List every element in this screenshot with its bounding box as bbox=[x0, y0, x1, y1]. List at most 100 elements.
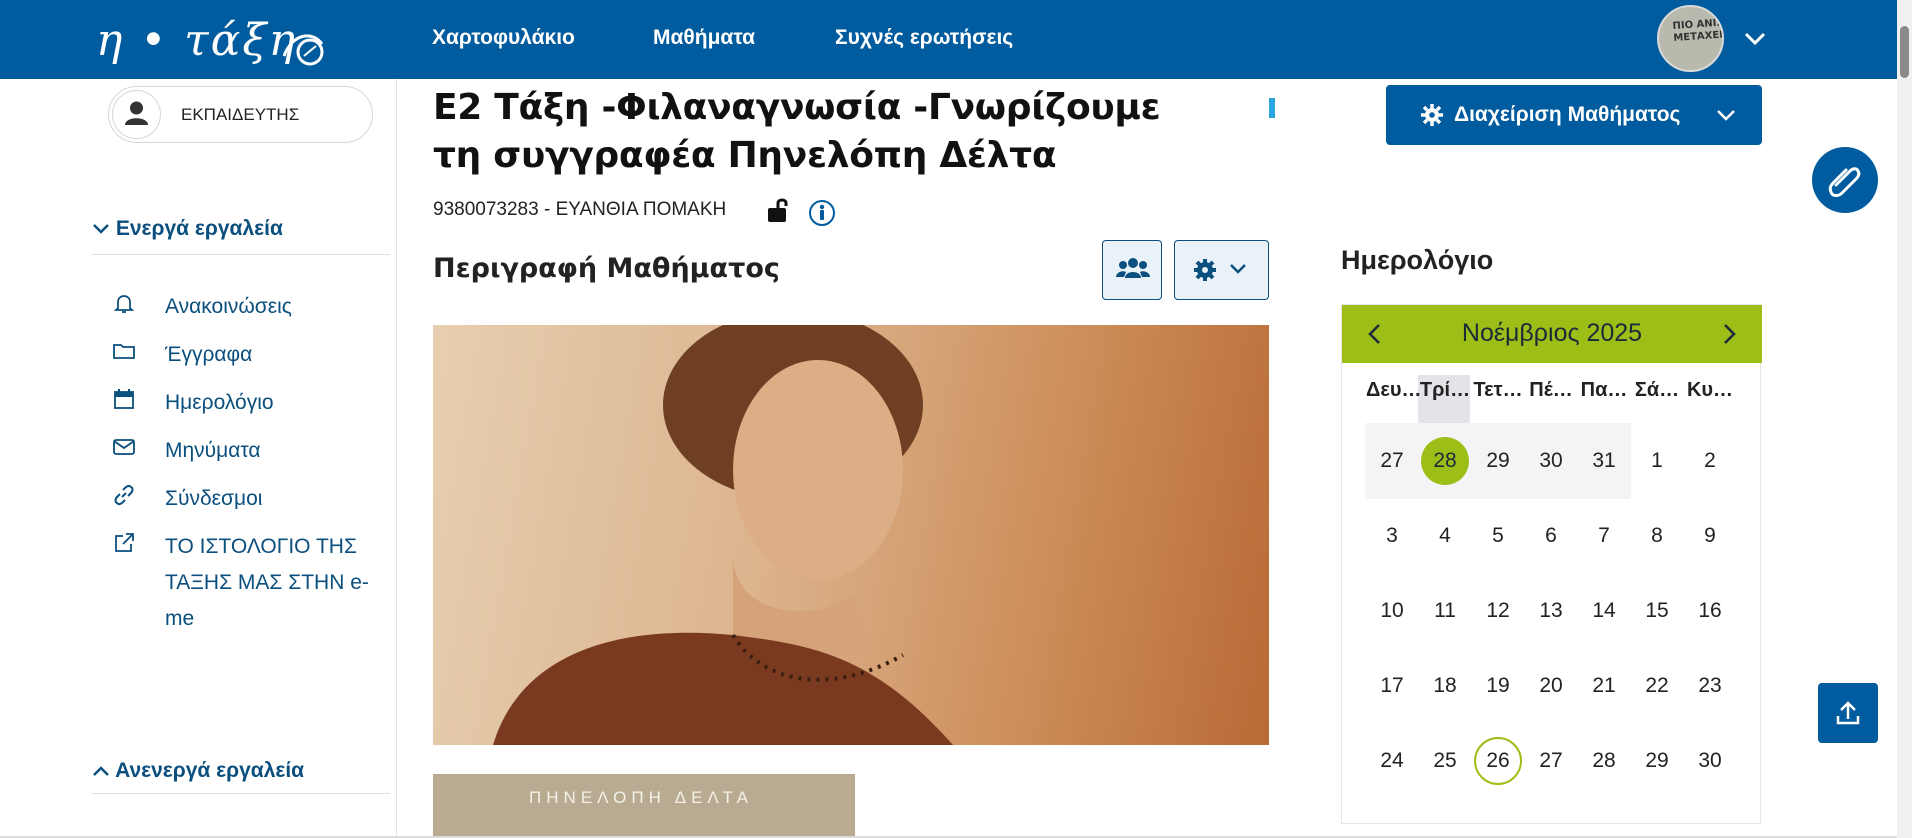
calendar-day[interactable]: 27 bbox=[1368, 437, 1416, 485]
divider bbox=[92, 254, 390, 255]
scrollbar-thumb[interactable] bbox=[1900, 26, 1909, 78]
meta-separator: - bbox=[543, 199, 551, 220]
calendar-day[interactable]: 22 bbox=[1633, 662, 1681, 710]
external-link-icon bbox=[115, 533, 134, 552]
calendar-day[interactable]: 28 bbox=[1421, 437, 1469, 485]
calendar-day[interactable]: 23 bbox=[1686, 662, 1734, 710]
calendar-day[interactable]: 29 bbox=[1474, 437, 1522, 485]
sidebar-item-label: Σύνδεσμοι bbox=[165, 487, 263, 510]
active-tools-toggle[interactable]: Ενεργά εργαλεία bbox=[92, 217, 283, 241]
calendar-day[interactable]: 15 bbox=[1633, 587, 1681, 635]
bell-icon bbox=[113, 295, 135, 313]
inactive-tools-label: Ανενεργά εργαλεία bbox=[115, 759, 305, 782]
divider bbox=[92, 793, 390, 794]
nav-portfolio[interactable]: Χαρτοφυλάκιο bbox=[432, 26, 575, 50]
envelope-icon bbox=[113, 439, 135, 455]
chevron-down-icon[interactable] bbox=[1744, 29, 1766, 49]
calendar-day[interactable]: 10 bbox=[1368, 587, 1416, 635]
attachment-button[interactable] bbox=[1812, 147, 1878, 213]
calendar-day[interactable]: 25 bbox=[1421, 737, 1469, 785]
scrollbar-track[interactable] bbox=[1897, 0, 1912, 838]
calendar-day[interactable]: 31 bbox=[1580, 437, 1628, 485]
role-switch[interactable]: ΕΚΠΑΙΔΕΥΤΗΣ bbox=[108, 86, 373, 143]
weekday-header: Τετ… bbox=[1473, 379, 1523, 401]
weekday-header: Σά… bbox=[1634, 379, 1680, 401]
weekday-header: Πέ… bbox=[1529, 379, 1573, 401]
participants-button[interactable] bbox=[1102, 240, 1162, 300]
sidebar-item-label: ΤΟ ΙΣΤΟΛΟΓΙΟ ΤΗΣ ΤΑΞΗΣ ΜΑΣ ΣΤΗΝ e-me bbox=[165, 535, 369, 630]
gear-icon bbox=[1421, 104, 1443, 126]
book-cover-title: ΠΗΝΕΛΟΠΗ ΔΕΛΤΑ bbox=[529, 788, 753, 807]
weekday-header: Κυ… bbox=[1686, 379, 1734, 401]
calendar-day[interactable]: 2 bbox=[1686, 437, 1734, 485]
inactive-tools-toggle[interactable]: Ανενεργά εργαλεία bbox=[92, 759, 304, 783]
chevron-right-icon[interactable] bbox=[1718, 323, 1740, 345]
calendar-day[interactable]: 8 bbox=[1633, 512, 1681, 560]
calendar-day[interactable]: 28 bbox=[1580, 737, 1628, 785]
calendar-day[interactable]: 26 bbox=[1474, 737, 1522, 785]
calendar-day[interactable]: 4 bbox=[1421, 512, 1469, 560]
course-code: 9380073283 bbox=[433, 199, 539, 220]
manage-course-button[interactable]: Διαχείριση Μαθήματος bbox=[1386, 85, 1762, 145]
users-icon bbox=[1116, 258, 1150, 278]
settings-dropdown-button[interactable] bbox=[1174, 240, 1269, 300]
active-tools-label: Ενεργά εργαλεία bbox=[115, 217, 283, 240]
calendar-day[interactable]: 18 bbox=[1421, 662, 1469, 710]
weekday-header: Τρί… bbox=[1419, 379, 1471, 401]
calendar-day[interactable]: 30 bbox=[1527, 437, 1575, 485]
paperclip-icon bbox=[1828, 167, 1861, 197]
gear-icon bbox=[1194, 259, 1246, 281]
scroll-to-top-button[interactable] bbox=[1818, 683, 1878, 743]
user-icon bbox=[125, 101, 148, 125]
course-teacher: ΕΥΑΝΘΙΑ ΠΟΜΑΚΗ bbox=[555, 199, 727, 220]
calendar-day[interactable]: 20 bbox=[1527, 662, 1575, 710]
nav-courses[interactable]: Μαθήματα bbox=[653, 26, 755, 50]
role-label: ΕΚΠΑΙΔΕΥΤΗΣ bbox=[181, 105, 300, 124]
sidebar-item-label: Έγγραφα bbox=[165, 343, 253, 366]
sidebar-item-label: Ημερολόγιο bbox=[165, 391, 274, 414]
calendar-day[interactable]: 16 bbox=[1686, 587, 1734, 635]
chevron-down-icon bbox=[1717, 110, 1735, 121]
calendar-day[interactable]: 6 bbox=[1527, 512, 1575, 560]
user-avatar[interactable]: ΠΙΟ ΑΝΙΣΟ ΜΕΤΑΧΕΙΡ bbox=[1657, 5, 1724, 72]
nav-faq[interactable]: Συχνές ερωτήσεις bbox=[835, 26, 1013, 50]
avatar-text: ΠΙΟ ΑΝΙΣΟ ΜΕΤΑΧΕΙΡ bbox=[1672, 16, 1724, 45]
manage-course-label: Διαχείριση Μαθήματος bbox=[1454, 103, 1681, 126]
calendar-day[interactable]: 9 bbox=[1686, 512, 1734, 560]
logo-text: η • τάξη bbox=[96, 15, 297, 66]
site-logo[interactable]: η • τάξη bbox=[96, 10, 326, 72]
weekday-header: Δευ… bbox=[1366, 379, 1422, 401]
link-icon bbox=[114, 484, 134, 506]
calendar-day[interactable]: 30 bbox=[1686, 737, 1734, 785]
accent-marker bbox=[1269, 98, 1275, 118]
course-cover-image bbox=[433, 325, 1269, 745]
calendar-day[interactable]: 19 bbox=[1474, 662, 1522, 710]
calendar-icon bbox=[114, 389, 134, 409]
accessibility-icon[interactable] bbox=[808, 199, 836, 227]
portrait-illustration bbox=[493, 325, 953, 745]
calendar-day[interactable]: 24 bbox=[1368, 737, 1416, 785]
calendar-day[interactable]: 3 bbox=[1368, 512, 1416, 560]
chevron-up-icon bbox=[93, 766, 109, 777]
calendar-day[interactable]: 27 bbox=[1527, 737, 1575, 785]
calendar-heading: Ημερολόγιο bbox=[1341, 245, 1494, 275]
description-heading: Περιγραφή Μαθήματος bbox=[433, 253, 780, 284]
calendar-day[interactable]: 14 bbox=[1580, 587, 1628, 635]
calendar-day[interactable]: 29 bbox=[1633, 737, 1681, 785]
course-meta: 9380073283 - ΕΥΑΝΘΙΑ ΠΟΜΑΚΗ bbox=[433, 199, 726, 221]
calendar-day[interactable]: 7 bbox=[1580, 512, 1628, 560]
book-cover-image: ΠΗΝΕΛΟΠΗ ΔΕΛΤΑ bbox=[433, 774, 855, 838]
upload-icon bbox=[1836, 701, 1860, 725]
calendar-day[interactable]: 21 bbox=[1580, 662, 1628, 710]
logo-leaf-icon bbox=[282, 34, 324, 66]
role-avatar bbox=[112, 90, 161, 139]
calendar-day[interactable]: 13 bbox=[1527, 587, 1575, 635]
calendar-day[interactable]: 17 bbox=[1368, 662, 1416, 710]
folder-icon bbox=[113, 344, 135, 359]
weekday-header: Πα… bbox=[1580, 379, 1628, 401]
calendar-day[interactable]: 12 bbox=[1474, 587, 1522, 635]
calendar-widget: Νοέμβριος 2025 Δευ… Τρί… Τετ… Πέ… Πα… Σά… Κυ… 2… bbox=[1341, 304, 1762, 824]
calendar-day[interactable]: 11 bbox=[1421, 587, 1469, 635]
calendar-day[interactable]: 5 bbox=[1474, 512, 1522, 560]
calendar-day[interactable]: 1 bbox=[1633, 437, 1681, 485]
